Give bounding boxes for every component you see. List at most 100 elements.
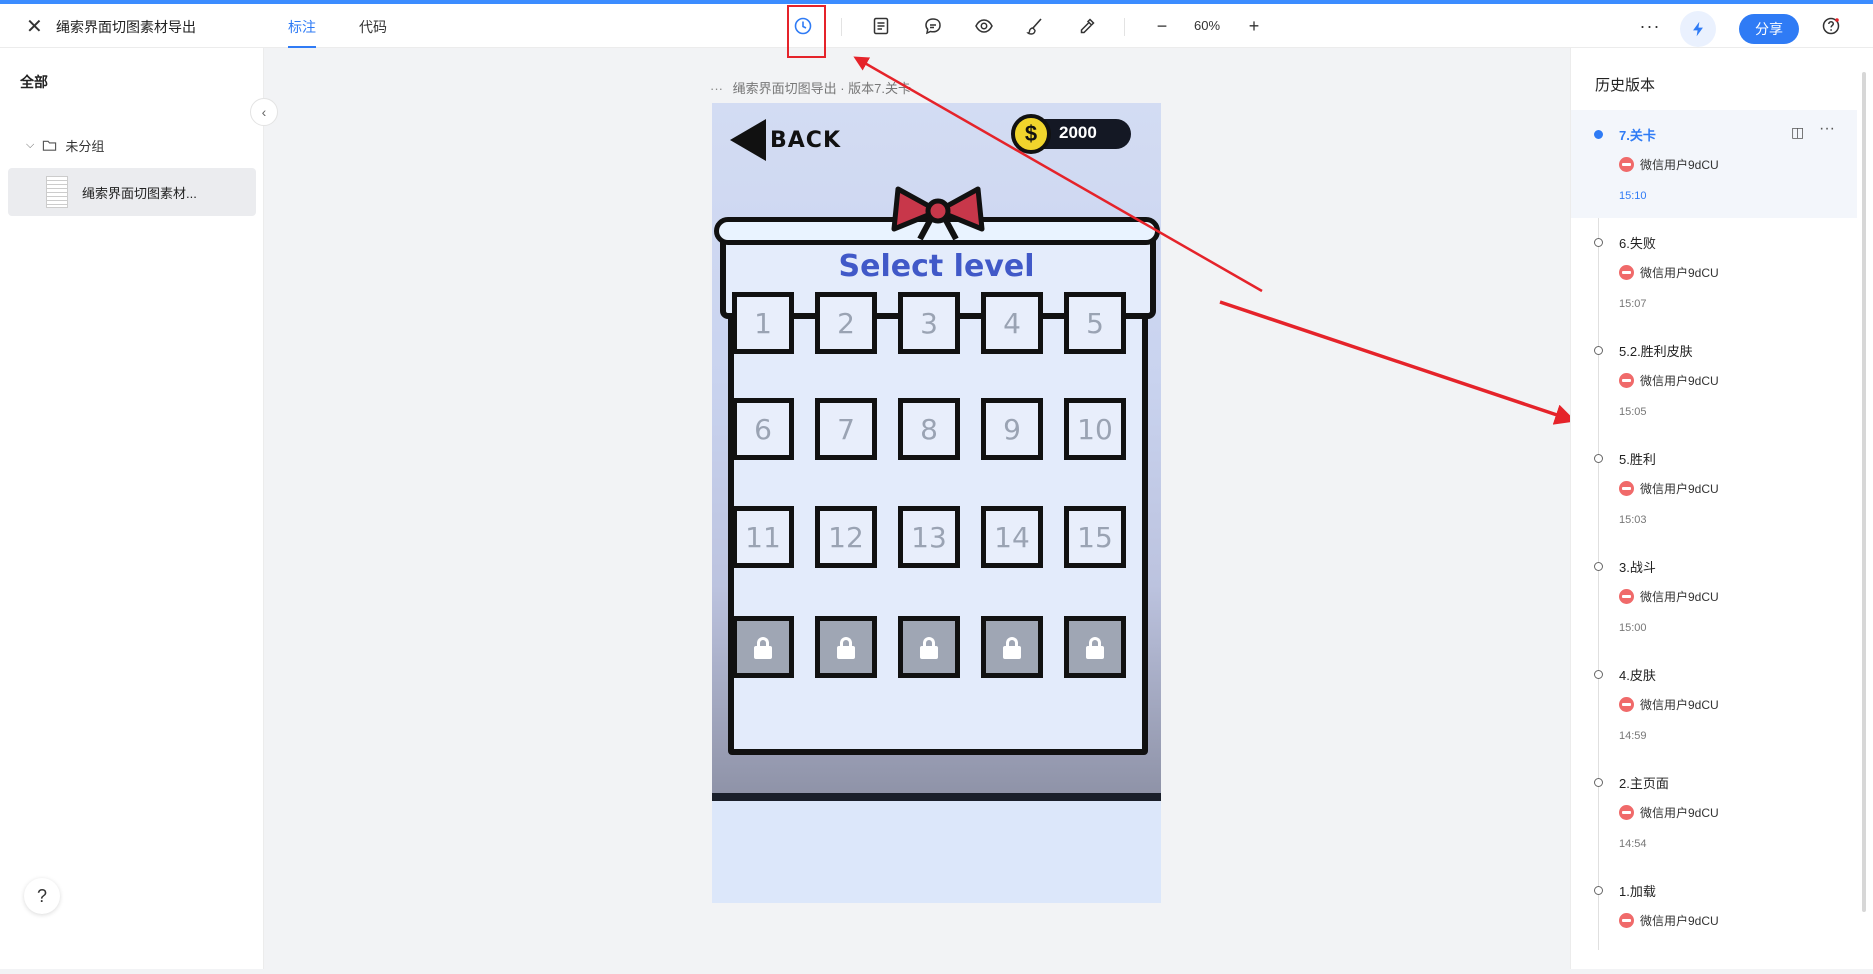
more-icon[interactable]: ··· bbox=[1636, 12, 1664, 40]
lock-icon bbox=[920, 637, 938, 659]
version-author: 微信用户9dCU bbox=[1619, 264, 1719, 281]
file-item[interactable]: 绳索界面切图素材... bbox=[8, 168, 256, 216]
all-label[interactable]: 全部 bbox=[20, 72, 48, 92]
game-bottom-area bbox=[712, 801, 1161, 903]
level-button[interactable]: 8 bbox=[898, 398, 960, 460]
back-button[interactable]: BACK bbox=[730, 119, 841, 161]
version-item[interactable]: 7.关卡 微信用户9dCU 15:10 ◫ ··· bbox=[1571, 110, 1857, 218]
history-panel: 历史版本 7.关卡 微信用户9dCU 15:10 ◫ ··· 6.失败 微信用户9dCU 15… bbox=[1570, 48, 1873, 969]
level-button[interactable]: 10 bbox=[1064, 398, 1126, 460]
locked-level-button[interactable] bbox=[898, 616, 960, 678]
bolt-button[interactable] bbox=[1680, 11, 1716, 47]
close-icon[interactable]: ✕ bbox=[26, 14, 43, 39]
author-name: 微信用户9dCU bbox=[1640, 158, 1719, 172]
brush-icon[interactable] bbox=[1021, 12, 1049, 40]
author-name: 微信用户9dCU bbox=[1640, 914, 1719, 928]
version-time: 14:59 bbox=[1619, 730, 1647, 742]
locked-level-button[interactable] bbox=[1064, 616, 1126, 678]
author-name: 微信用户9dCU bbox=[1640, 266, 1719, 280]
share-button[interactable]: 分享 bbox=[1739, 14, 1799, 44]
level-button[interactable]: 12 bbox=[815, 506, 877, 568]
more-icon[interactable]: ··· bbox=[1819, 120, 1835, 138]
toolbar-divider bbox=[1124, 18, 1125, 36]
file-title: 绳索界面切图素材导出 bbox=[56, 19, 196, 35]
avatar-icon bbox=[1619, 481, 1634, 496]
locked-level-button[interactable] bbox=[732, 616, 794, 678]
timeline-dot bbox=[1594, 454, 1603, 463]
comment-icon[interactable] bbox=[919, 12, 947, 40]
version-item[interactable]: 1.加载微信用户9dCU bbox=[1571, 866, 1857, 974]
tab-annotation[interactable]: 标注 bbox=[288, 17, 316, 37]
artboard[interactable]: BACK $ 2000 Select level 1 2 3 4 5 6 7 8 9 10 11 12… bbox=[712, 103, 1161, 903]
history-scrollbar[interactable] bbox=[1862, 72, 1866, 912]
left-sidebar: 全部 ⌵ 未分组 绳索界面切图素材... bbox=[0, 48, 264, 969]
level-button[interactable]: 15 bbox=[1064, 506, 1126, 568]
version-item[interactable]: 5.胜利微信用户9dCU 15:03 bbox=[1571, 434, 1857, 542]
author-name: 微信用户9dCU bbox=[1640, 806, 1719, 820]
question-icon: ? bbox=[36, 885, 47, 906]
version-item[interactable]: 5.2.胜利皮肤 微信用户9dCU 15:05 bbox=[1571, 326, 1857, 434]
folder-icon bbox=[43, 140, 57, 151]
compare-icon[interactable]: ◫ bbox=[1791, 124, 1804, 141]
lock-icon bbox=[754, 637, 772, 659]
timeline-dot bbox=[1594, 130, 1603, 139]
version-item[interactable]: 2.主页面微信用户9dCU 14:54 bbox=[1571, 758, 1857, 866]
version-item[interactable]: 4.皮肤 微信用户9dCU 14:59 bbox=[1571, 650, 1857, 758]
bow-icon bbox=[891, 186, 985, 241]
version-author: 微信用户9dCU bbox=[1619, 588, 1719, 605]
version-author: 微信用户9dCU bbox=[1619, 372, 1719, 389]
more-icon[interactable]: ··· bbox=[710, 81, 723, 96]
level-button[interactable]: 5 bbox=[1064, 292, 1126, 354]
level-button[interactable]: 9 bbox=[981, 398, 1043, 460]
bolt-icon bbox=[1693, 21, 1703, 37]
level-button[interactable]: 7 bbox=[815, 398, 877, 460]
back-arrow-icon bbox=[730, 119, 766, 161]
history-heading: 历史版本 bbox=[1595, 77, 1656, 94]
version-time: 15:03 bbox=[1619, 514, 1647, 526]
version-name: 5.胜利 bbox=[1619, 452, 1656, 467]
tab-code[interactable]: 代码 bbox=[359, 17, 387, 37]
avatar-icon bbox=[1619, 697, 1634, 712]
version-author: 微信用户9dCU bbox=[1619, 156, 1719, 173]
level-button[interactable]: 13 bbox=[898, 506, 960, 568]
level-button[interactable]: 14 bbox=[981, 506, 1043, 568]
avatar-icon bbox=[1619, 913, 1634, 928]
zoom-level[interactable]: 60% bbox=[1194, 18, 1220, 33]
version-name: 3.战斗 bbox=[1619, 560, 1656, 575]
level-button[interactable]: 2 bbox=[815, 292, 877, 354]
eye-icon[interactable] bbox=[970, 12, 998, 40]
collapse-sidebar-button[interactable]: ‹ bbox=[250, 98, 278, 126]
level-button[interactable]: 6 bbox=[732, 398, 794, 460]
chevron-down-icon: ⌵ bbox=[26, 139, 35, 151]
version-item[interactable]: 6.失败 微信用户9dCU 15:07 bbox=[1571, 218, 1857, 326]
version-name: 2.主页面 bbox=[1619, 776, 1669, 791]
author-name: 微信用户9dCU bbox=[1640, 374, 1719, 388]
level-button[interactable]: 3 bbox=[898, 292, 960, 354]
group-ungrouped[interactable]: ⌵ 未分组 bbox=[26, 136, 104, 155]
locked-level-button[interactable] bbox=[981, 616, 1043, 678]
version-author: 微信用户9dCU bbox=[1619, 696, 1719, 713]
locked-level-button[interactable] bbox=[815, 616, 877, 678]
help-button[interactable]: ? bbox=[24, 878, 60, 914]
level-button[interactable]: 4 bbox=[981, 292, 1043, 354]
version-name: 1.加载 bbox=[1619, 884, 1656, 899]
artboard-label: ··· 绳索界面切图导出 · 版本7.关卡 bbox=[710, 78, 911, 97]
author-name: 微信用户9dCU bbox=[1640, 698, 1719, 712]
author-name: 微信用户9dCU bbox=[1640, 482, 1719, 496]
lock-icon bbox=[1003, 637, 1021, 659]
notes-icon[interactable] bbox=[867, 12, 895, 40]
level-button[interactable]: 1 bbox=[732, 292, 794, 354]
author-name: 微信用户9dCU bbox=[1640, 590, 1719, 604]
timeline-dot bbox=[1594, 238, 1603, 247]
avatar-icon bbox=[1619, 265, 1634, 280]
version-time: 14:54 bbox=[1619, 838, 1647, 850]
version-item[interactable]: 3.战斗微信用户9dCU 15:00 bbox=[1571, 542, 1857, 650]
zoom-in-icon[interactable]: + bbox=[1240, 12, 1268, 40]
avatar-icon bbox=[1619, 805, 1634, 820]
help-circle-icon[interactable] bbox=[1817, 12, 1845, 40]
version-time: 15:00 bbox=[1619, 622, 1647, 634]
file-name: 绳索界面切图素材... bbox=[82, 185, 197, 201]
level-button[interactable]: 11 bbox=[732, 506, 794, 568]
zoom-out-icon[interactable]: − bbox=[1148, 12, 1176, 40]
eyedropper-icon[interactable] bbox=[1073, 12, 1101, 40]
